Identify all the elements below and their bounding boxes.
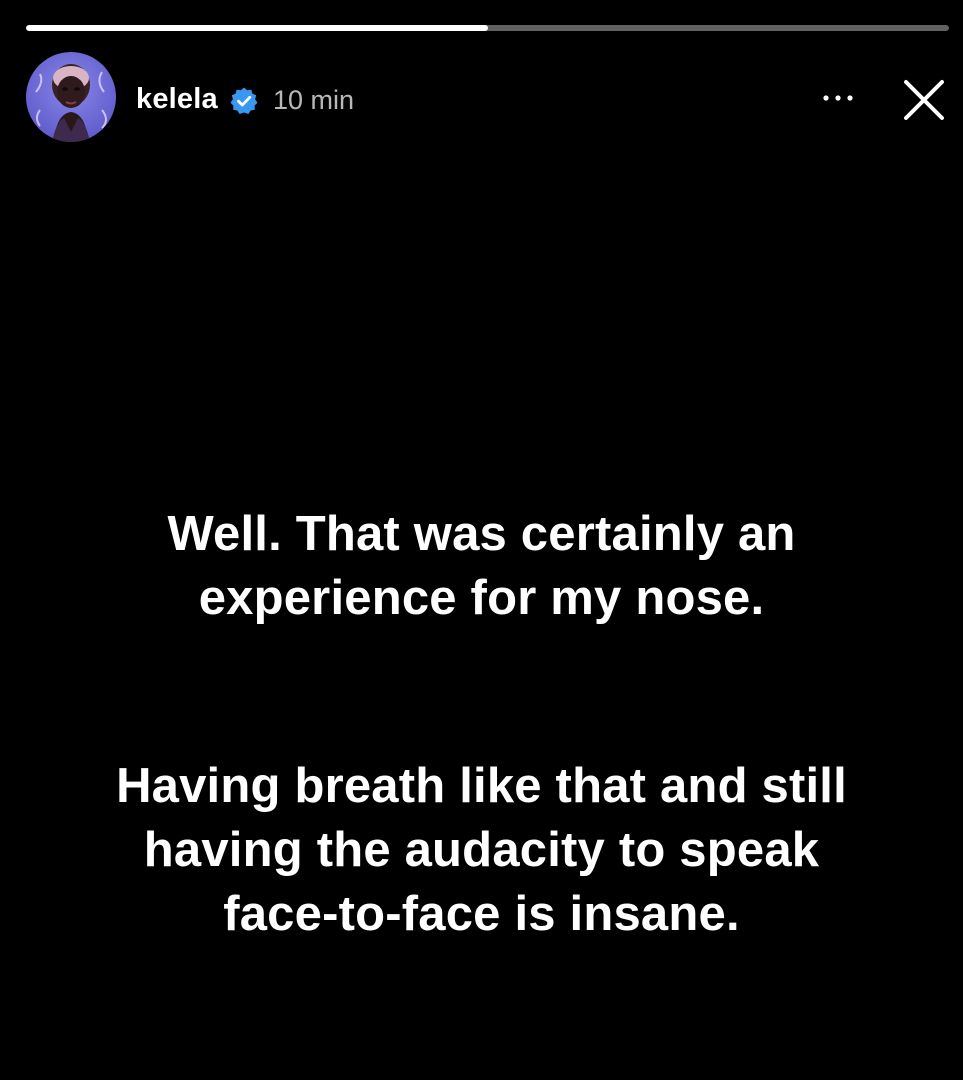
more-icon xyxy=(823,95,853,101)
story-header: kelela 10 min xyxy=(26,52,949,144)
close-icon xyxy=(904,80,944,120)
username[interactable]: kelela xyxy=(136,83,218,116)
story-viewer: kelela 10 min Well. That was certainly a… xyxy=(0,0,963,1080)
story-text-line: Well. That was certainly an xyxy=(167,507,796,561)
story-progress-bar xyxy=(26,25,949,31)
story-text-line: experience for my nose. xyxy=(198,571,765,625)
story-text-block-2: Having breath like that and still having… xyxy=(0,754,963,946)
story-timestamp: 10 min xyxy=(273,85,355,115)
more-options-button[interactable] xyxy=(812,78,864,118)
story-text-line: having the audacity to speak xyxy=(143,823,820,877)
avatar[interactable] xyxy=(26,52,116,142)
verified-badge-icon xyxy=(229,86,259,116)
story-text-line: face-to-face is insane. xyxy=(223,887,740,941)
story-text-line: Having breath like that and still xyxy=(116,759,847,813)
close-button[interactable] xyxy=(898,74,950,126)
story-text-block-1: Well. That was certainly an experience f… xyxy=(0,502,963,630)
story-progress-fill xyxy=(26,25,488,31)
